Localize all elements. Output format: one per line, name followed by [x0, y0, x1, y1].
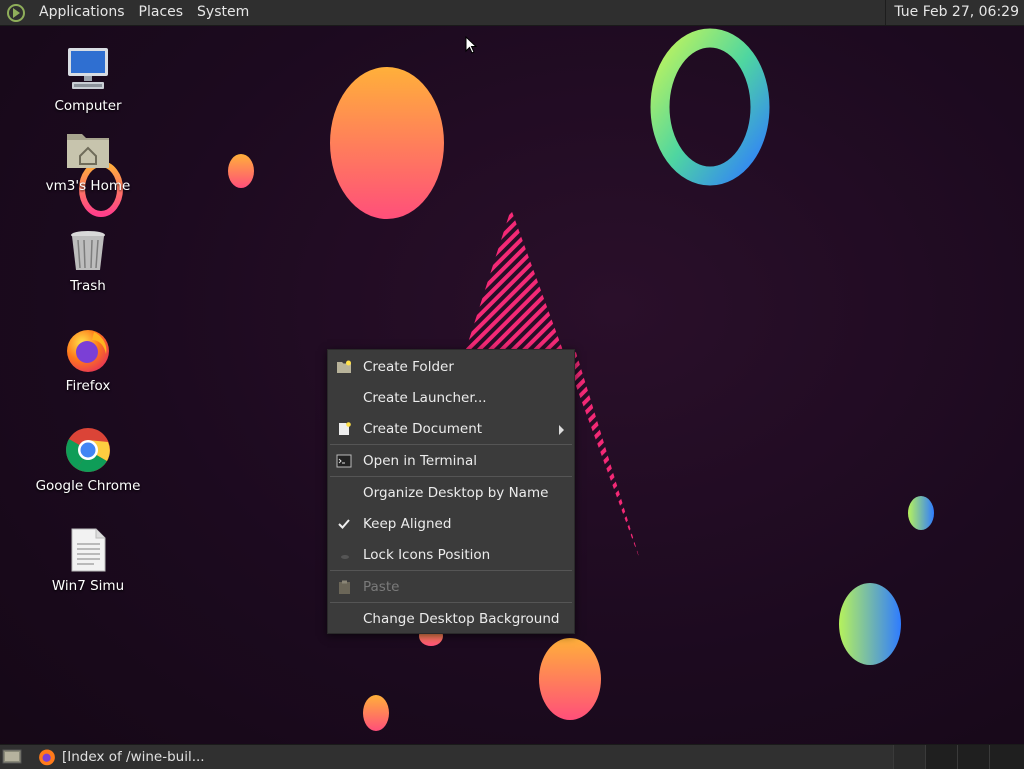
- menu-item-create-launcher[interactable]: Create Launcher...: [328, 384, 574, 412]
- top-panel: Applications Places System Tue Feb 27, 0…: [0, 0, 1024, 26]
- orange-circle-small: [228, 154, 254, 188]
- firefox-icon: [67, 330, 109, 372]
- blue-circle-large: [839, 583, 901, 665]
- desktop-icon-computer[interactable]: Computer: [33, 46, 143, 114]
- orange-circle-large: [330, 67, 444, 219]
- menu-item-organize-desktop[interactable]: Organize Desktop by Name: [328, 479, 574, 507]
- check-icon: [338, 519, 350, 529]
- places-menu[interactable]: Places: [132, 0, 191, 25]
- workspace-4[interactable]: [989, 745, 1024, 769]
- bottom-panel: [Index of /wine-buil...: [0, 744, 1024, 769]
- paste-icon: [339, 580, 350, 594]
- desktop-icon-firefox[interactable]: Firefox: [33, 326, 143, 394]
- menu-separator: [330, 476, 572, 477]
- desktop-icon-label: Firefox: [65, 378, 111, 394]
- desktop-icon-trash[interactable]: Trash: [33, 226, 143, 294]
- folder-new-icon: [337, 360, 351, 373]
- menu-item-keep-aligned[interactable]: Keep Aligned: [328, 510, 574, 538]
- chrome-icon: [66, 428, 110, 472]
- firefox-icon: [39, 749, 55, 766]
- desktop-icon-label: vm3's Home: [45, 178, 131, 194]
- lock-icon: [341, 555, 349, 559]
- mouse-cursor-icon: [465, 36, 478, 54]
- submenu-arrow-icon: [559, 425, 564, 435]
- taskbar-button-browser[interactable]: [Index of /wine-buil...: [34, 745, 205, 769]
- desktop-icon-win7-simu[interactable]: Win7 Simu: [33, 526, 143, 594]
- gradient-ring: [650, 28, 770, 186]
- blue-circle-small: [908, 496, 934, 530]
- document-icon: [71, 528, 106, 572]
- menu-item-change-background[interactable]: Change Desktop Background: [328, 605, 574, 633]
- menu-item-paste[interactable]: Paste: [328, 573, 574, 601]
- terminal-icon: [336, 454, 352, 468]
- document-new-icon: [339, 422, 351, 435]
- desktop-icon-label: Win7 Simu: [51, 578, 125, 594]
- orange-circle-tiny: [363, 695, 389, 731]
- computer-icon: [68, 48, 108, 89]
- taskbar-button-label: [Index of /wine-buil...: [62, 749, 205, 765]
- menu-item-open-terminal[interactable]: Open in Terminal: [328, 447, 574, 475]
- desktop-context-menu: Create Folder Create Launcher... Create …: [327, 349, 575, 634]
- menu-item-create-folder[interactable]: Create Folder: [328, 353, 574, 381]
- menu-separator: [330, 444, 572, 445]
- workspace-1[interactable]: [893, 745, 925, 769]
- menu-item-lock-icons[interactable]: Lock Icons Position: [328, 541, 574, 569]
- applications-menu[interactable]: Applications: [32, 0, 132, 25]
- menu-separator: [330, 602, 572, 603]
- menu-separator: [330, 570, 572, 571]
- menu-item-create-document[interactable]: Create Document: [328, 415, 574, 443]
- desktop-icon-label: Computer: [54, 98, 122, 114]
- system-menu[interactable]: System: [190, 0, 256, 25]
- desktop-icon-chrome[interactable]: Google Chrome: [33, 426, 143, 494]
- home-folder-icon: [67, 134, 109, 168]
- trash-icon: [71, 231, 105, 270]
- desktop-icon-label: Google Chrome: [35, 478, 141, 494]
- distro-logo-icon[interactable]: [6, 3, 26, 23]
- desktop-icon-home[interactable]: vm3's Home: [33, 126, 143, 194]
- orange-circle-bottom: [539, 638, 601, 720]
- clock[interactable]: Tue Feb 27, 06:29: [885, 0, 1024, 25]
- workspace-3[interactable]: [957, 745, 989, 769]
- show-desktop-icon[interactable]: [2, 748, 24, 766]
- desktop-icon-label: Trash: [70, 278, 106, 294]
- workspace-2[interactable]: [925, 745, 957, 769]
